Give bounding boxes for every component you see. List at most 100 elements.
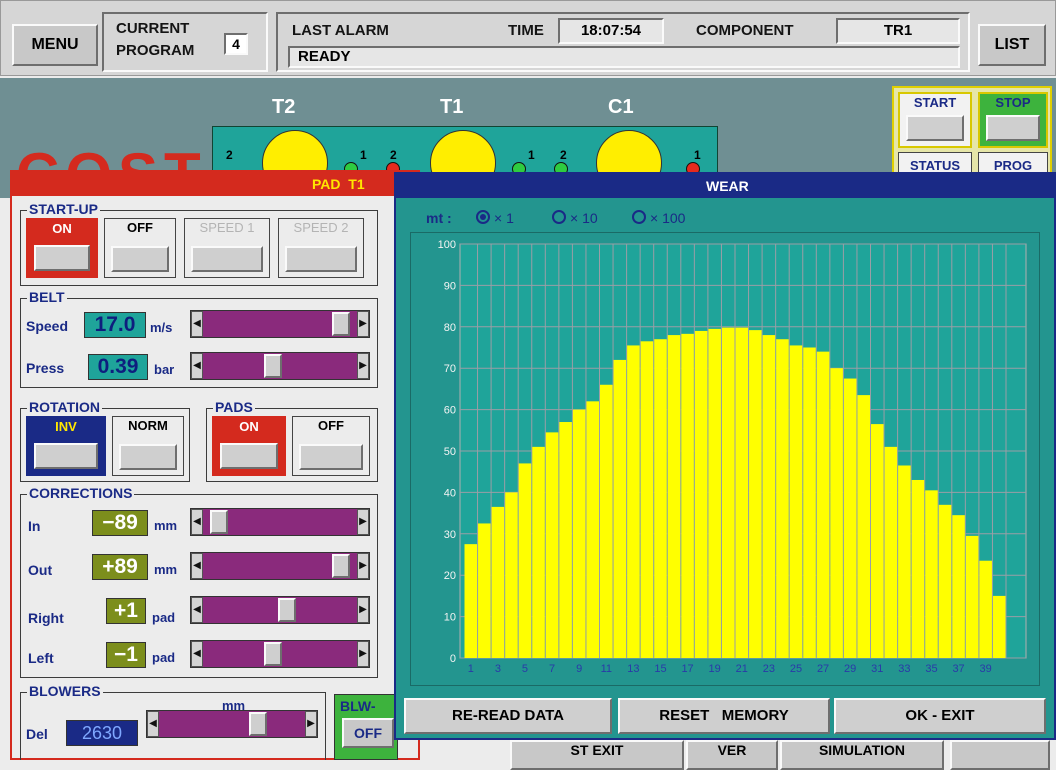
bar bbox=[898, 465, 911, 658]
bar bbox=[708, 328, 721, 658]
rotation-inv-knob bbox=[34, 443, 98, 469]
bar bbox=[843, 378, 857, 658]
press-slider[interactable]: ◀ ▶ bbox=[190, 352, 370, 380]
bar bbox=[613, 359, 627, 658]
stop-button[interactable]: STOP bbox=[978, 92, 1048, 148]
bar bbox=[789, 345, 803, 658]
arrow-right-icon[interactable]: ▶ bbox=[305, 711, 317, 737]
belt-title: BELT bbox=[27, 289, 67, 305]
speed1-button[interactable]: SPEED 1 bbox=[184, 218, 270, 278]
bottom-button-extra[interactable] bbox=[950, 740, 1050, 770]
pads-off-button[interactable]: OFF bbox=[292, 416, 370, 476]
arrow-right-icon[interactable]: ▶ bbox=[357, 641, 369, 667]
startup-off-button[interactable]: OFF bbox=[104, 218, 176, 278]
arrow-left-icon[interactable]: ◀ bbox=[191, 311, 203, 337]
blw-off-button[interactable]: OFF bbox=[342, 718, 394, 748]
pads-on-label: ON bbox=[239, 419, 259, 434]
pads-on-button[interactable]: ON bbox=[212, 416, 286, 476]
radio-x100-label[interactable]: × 100 bbox=[650, 210, 685, 226]
reread-data-button[interactable]: RE-READ DATA bbox=[404, 698, 612, 734]
arrow-left-icon[interactable]: ◀ bbox=[191, 553, 203, 579]
arrow-left-icon[interactable]: ◀ bbox=[191, 353, 203, 379]
correction-out-slider[interactable]: ◀ ▶ bbox=[190, 552, 370, 580]
y-tick-label: 50 bbox=[444, 446, 456, 458]
rotation-inv-button[interactable]: INV bbox=[26, 416, 106, 476]
x-tick-label: 35 bbox=[925, 663, 937, 675]
slider-thumb[interactable] bbox=[332, 554, 351, 578]
arrow-right-icon[interactable]: ▶ bbox=[357, 597, 369, 623]
time-value: 18:07:54 bbox=[558, 18, 664, 44]
arrow-right-icon[interactable]: ▶ bbox=[357, 353, 369, 379]
rotation-norm-button[interactable]: NORM bbox=[112, 416, 184, 476]
y-tick-label: 70 bbox=[444, 363, 456, 375]
start-label: START bbox=[913, 95, 957, 110]
wear-window-title: WEAR bbox=[706, 178, 749, 194]
bottom-button-exit[interactable]: ST EXIT bbox=[510, 740, 684, 770]
bar bbox=[532, 446, 545, 658]
pads-off-label: OFF bbox=[318, 418, 344, 433]
correction-in-slider[interactable]: ◀ ▶ bbox=[190, 508, 370, 536]
arrow-left-icon[interactable]: ◀ bbox=[147, 711, 159, 737]
bottom-button-simulation[interactable]: SIMULATION bbox=[780, 740, 944, 770]
bar bbox=[654, 339, 667, 658]
rotation-inv-label: INV bbox=[55, 419, 77, 434]
correction-left-slider[interactable]: ◀ ▶ bbox=[190, 640, 370, 668]
pads-on-knob bbox=[220, 443, 278, 469]
arrow-right-icon[interactable]: ▶ bbox=[357, 553, 369, 579]
ok-exit-button[interactable]: OK - EXIT bbox=[834, 698, 1046, 734]
startup-on-knob bbox=[34, 245, 90, 271]
press-unit: bar bbox=[154, 362, 175, 377]
radio-x100-icon[interactable] bbox=[632, 210, 646, 224]
x-tick-label: 5 bbox=[522, 663, 528, 675]
x-tick-label: 29 bbox=[844, 663, 856, 675]
radio-x1-icon[interactable] bbox=[476, 210, 490, 224]
bottom-button-ver[interactable]: VER bbox=[686, 740, 778, 770]
reset-memory-button[interactable]: RESET MEMORY bbox=[618, 698, 830, 734]
arrow-left-icon[interactable]: ◀ bbox=[191, 641, 203, 667]
startup-on-button[interactable]: ON bbox=[26, 218, 98, 278]
radio-x1-label[interactable]: × 1 bbox=[494, 210, 514, 226]
del-slider[interactable]: ◀ ▶ bbox=[146, 710, 318, 738]
bar bbox=[478, 523, 491, 658]
bar bbox=[776, 339, 789, 658]
slider-thumb[interactable] bbox=[248, 712, 267, 736]
arrow-left-icon[interactable]: ◀ bbox=[191, 509, 203, 535]
slider-thumb[interactable] bbox=[264, 642, 283, 666]
rotation-norm-knob bbox=[119, 444, 177, 470]
correction-out-value: +89 bbox=[92, 554, 148, 580]
correction-left-value: −1 bbox=[106, 642, 146, 668]
arrow-right-icon[interactable]: ▶ bbox=[357, 311, 369, 337]
list-button[interactable]: LIST bbox=[978, 24, 1046, 66]
radio-x10-label[interactable]: × 10 bbox=[570, 210, 598, 226]
x-tick-label: 7 bbox=[549, 663, 555, 675]
menu-button[interactable]: MENU bbox=[12, 24, 98, 66]
startup-off-label: OFF bbox=[127, 220, 153, 235]
bar bbox=[830, 368, 843, 658]
stop-knob bbox=[986, 115, 1040, 141]
arrow-left-icon[interactable]: ◀ bbox=[191, 597, 203, 623]
correction-in-value: −89 bbox=[92, 510, 148, 536]
correction-right-slider[interactable]: ◀ ▶ bbox=[190, 596, 370, 624]
bar bbox=[559, 422, 572, 658]
x-tick-label: 13 bbox=[627, 663, 639, 675]
x-tick-label: 17 bbox=[681, 663, 693, 675]
slider-thumb[interactable] bbox=[209, 510, 228, 534]
bar bbox=[952, 515, 965, 658]
stop-label: STOP bbox=[995, 95, 1031, 110]
bar bbox=[491, 506, 505, 658]
slider-thumb[interactable] bbox=[264, 354, 283, 378]
speed2-button[interactable]: SPEED 2 bbox=[278, 218, 364, 278]
arrow-right-icon[interactable]: ▶ bbox=[357, 509, 369, 535]
start-button[interactable]: START bbox=[898, 92, 972, 148]
bar bbox=[749, 330, 762, 658]
blowers-title: BLOWERS bbox=[27, 683, 103, 699]
radio-x10-icon[interactable] bbox=[552, 210, 566, 224]
speed-slider[interactable]: ◀ ▶ bbox=[190, 310, 370, 338]
bar bbox=[586, 401, 599, 658]
slider-thumb[interactable] bbox=[332, 312, 351, 336]
slider-thumb[interactable] bbox=[277, 598, 296, 622]
press-label: Press bbox=[26, 360, 65, 376]
rotation-title: ROTATION bbox=[27, 399, 103, 415]
radio-dot-icon bbox=[480, 214, 486, 220]
prog-label: PROG bbox=[993, 158, 1033, 173]
